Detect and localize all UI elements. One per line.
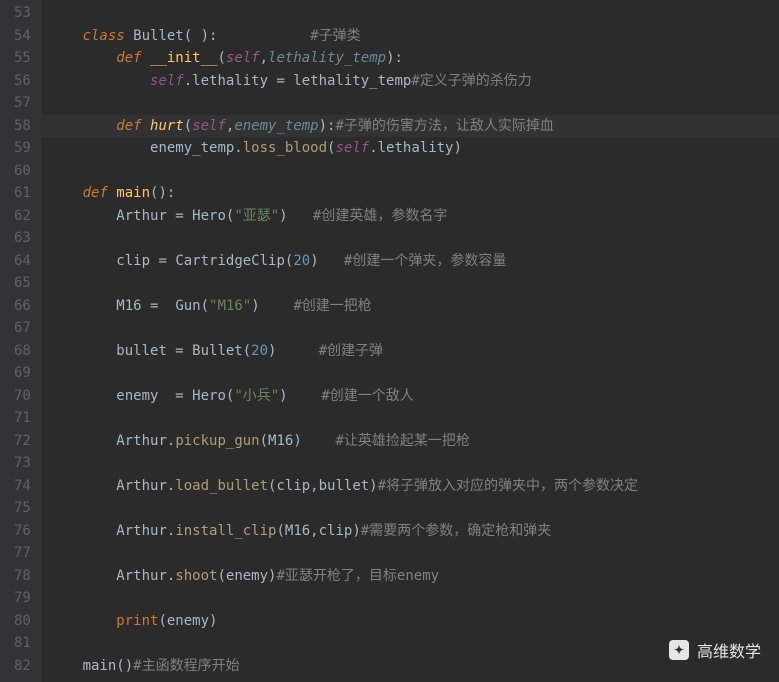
line-number: 71 [14,407,31,430]
code-line [41,92,779,115]
code-line: self.lethality = lethality_temp#定义子弹的杀伤力 [41,70,779,93]
line-number: 61 [14,182,31,205]
line-number: 62 [14,205,31,228]
line-number: 82 [14,655,31,678]
line-number: 76 [14,520,31,543]
code-line [41,2,779,25]
code-line [41,542,779,565]
line-number: 66 [14,295,31,318]
line-number: 78 [14,565,31,588]
line-number: 55 [14,47,31,70]
line-number: 70 [14,385,31,408]
code-line: Arthur.pickup_gun(M16) #让英雄捡起某一把枪 [41,430,779,453]
line-number: 73 [14,452,31,475]
line-number: 57 [14,92,31,115]
line-number: 74 [14,475,31,498]
code-line: clip = CartridgeClip(20) #创建一个弹夹，参数容量 [41,250,779,273]
line-number: 77 [14,542,31,565]
code-line [41,407,779,430]
line-number: 68 [14,340,31,363]
line-number: 59 [14,137,31,160]
line-number: 69 [14,362,31,385]
code-line: print(enemy) [41,610,779,633]
code-line: def main(): [41,182,779,205]
code-line: def __init__(self,lethality_temp): [41,47,779,70]
code-line: enemy_temp.loss_blood(self.lethality) [41,137,779,160]
watermark-text: 高维数学 [697,638,761,662]
code-line: class Bullet( ): #子弹类 [41,25,779,48]
code-line [41,317,779,340]
line-number: 54 [14,25,31,48]
line-gutter: 5354555657585960616263646566676869707172… [0,0,41,682]
line-number: 72 [14,430,31,453]
code-line [41,227,779,250]
watermark: ✦ 高维数学 [669,638,761,662]
line-number: 58 [14,115,31,138]
line-number: 79 [14,587,31,610]
code-line: Arthur.load_bullet(clip,bullet)#将子弹放入对应的… [41,475,779,498]
line-number: 60 [14,160,31,183]
code-line: bullet = Bullet(20) #创建子弹 [41,340,779,363]
wechat-icon: ✦ [669,640,689,660]
code-line-highlighted: def hurt(self,enemy_temp):#子弹的伤害方法，让敌人实际… [41,115,779,138]
code-line: Arthur.shoot(enemy)#亚瑟开枪了，目标enemy [41,565,779,588]
code-line [41,272,779,295]
line-number: 63 [14,227,31,250]
line-number: 56 [14,70,31,93]
code-line: M16 = Gun("M16") #创建一把枪 [41,295,779,318]
line-number: 80 [14,610,31,633]
line-number: 81 [14,632,31,655]
line-number: 67 [14,317,31,340]
code-area[interactable]: class Bullet( ): #子弹类 def __init__(self,… [41,0,779,682]
code-line [41,497,779,520]
line-number: 75 [14,497,31,520]
code-editor: 5354555657585960616263646566676869707172… [0,0,779,682]
code-line: enemy = Hero("小兵") #创建一个敌人 [41,385,779,408]
code-line [41,362,779,385]
code-line [41,452,779,475]
code-line: Arthur = Hero("亚瑟") #创建英雄，参数名字 [41,205,779,228]
line-number: 53 [14,2,31,25]
code-line [41,160,779,183]
code-line [41,587,779,610]
line-number: 64 [14,250,31,273]
line-number: 65 [14,272,31,295]
code-line: Arthur.install_clip(M16,clip)#需要两个参数，确定枪… [41,520,779,543]
